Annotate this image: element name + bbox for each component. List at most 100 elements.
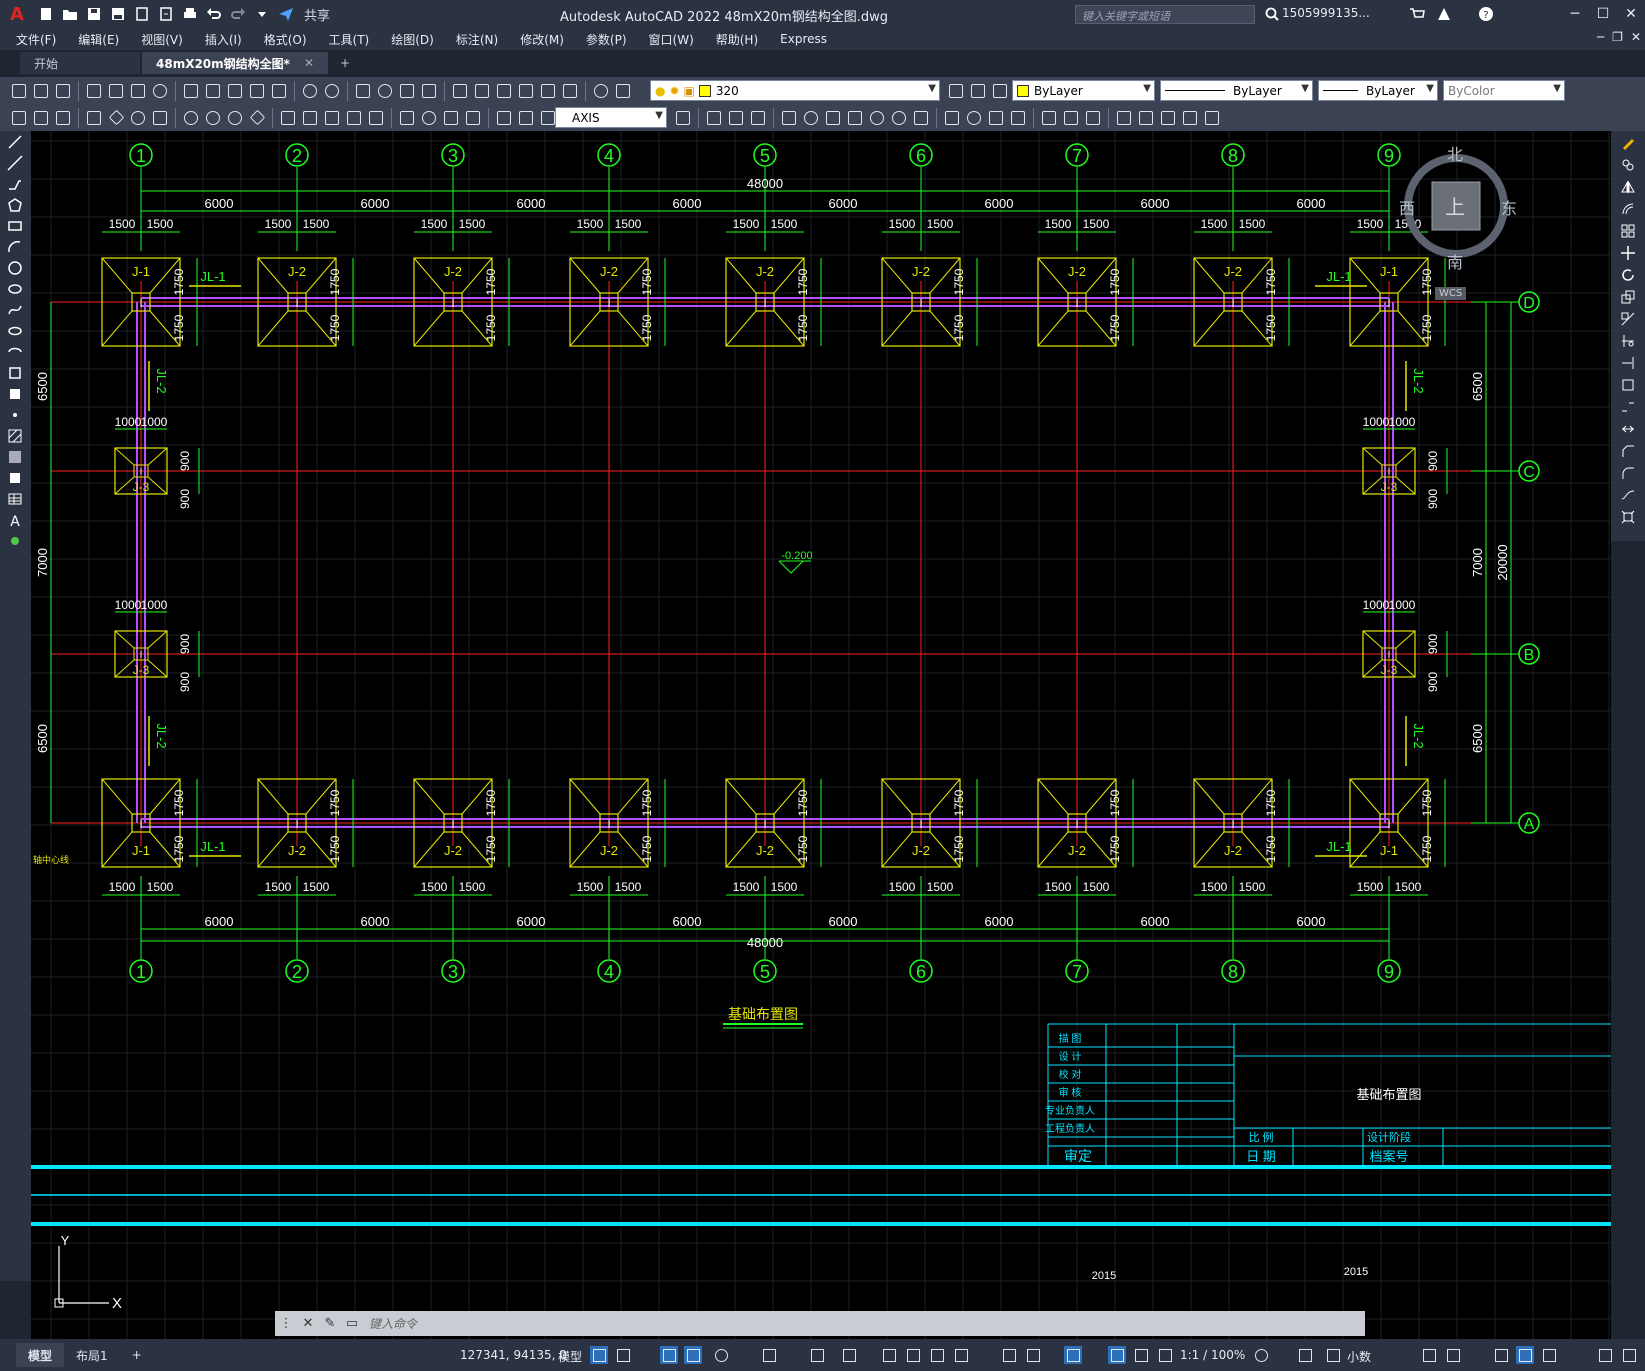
clean-icon[interactable] xyxy=(1158,108,1178,128)
shell-icon[interactable] xyxy=(1114,108,1134,128)
trim-icon[interactable] xyxy=(1617,331,1639,351)
markup-icon[interactable] xyxy=(538,81,558,101)
viewcube-east[interactable]: 东 xyxy=(1501,195,1517,219)
slice-icon[interactable] xyxy=(1039,108,1059,128)
break-icon[interactable] xyxy=(1617,397,1639,417)
arc-icon[interactable] xyxy=(4,237,26,257)
annotation-scale-value[interactable]: 1:1 / 100% xyxy=(1180,1348,1245,1362)
new-tab-button[interactable]: + xyxy=(330,52,360,74)
scale-icon[interactable] xyxy=(1617,287,1639,307)
menu-help[interactable]: 帮助(H) xyxy=(716,31,758,48)
color-dropdown[interactable]: ByLayer ▼ xyxy=(1012,80,1155,101)
customization-menu-icon[interactable] xyxy=(1620,1346,1638,1364)
viewcube[interactable]: 北 南 西 东 上 WCS xyxy=(1399,145,1521,300)
save-icon[interactable] xyxy=(84,4,104,24)
dim-ordinate-icon[interactable] xyxy=(150,108,170,128)
mirror-icon[interactable] xyxy=(1617,177,1639,197)
grid-icon[interactable] xyxy=(590,1346,608,1364)
viewcube-top-face[interactable]: 上 xyxy=(1445,191,1465,220)
redo-tb-icon[interactable] xyxy=(322,81,342,101)
design-center-icon[interactable] xyxy=(472,81,492,101)
imprint-icon[interactable] xyxy=(1202,108,1222,128)
zoom-window-icon[interactable] xyxy=(397,81,417,101)
layer-previous-icon[interactable] xyxy=(968,81,988,101)
calculator-icon[interactable] xyxy=(560,81,580,101)
erase-icon[interactable] xyxy=(1617,133,1639,153)
ucs-world-icon[interactable] xyxy=(31,108,51,128)
dim-break-icon[interactable] xyxy=(366,108,386,128)
construction-line-icon[interactable] xyxy=(4,153,26,173)
region-icon[interactable] xyxy=(4,468,26,488)
help-tb-icon[interactable] xyxy=(591,81,611,101)
layer-properties-icon[interactable] xyxy=(613,81,633,101)
doc-restore-button[interactable]: ❐ xyxy=(1612,30,1623,44)
polygon-icon[interactable] xyxy=(4,195,26,215)
chamfer-icon[interactable] xyxy=(1617,441,1639,461)
viewcube-north[interactable]: 北 xyxy=(1447,141,1463,165)
lineweight-dropdown[interactable]: ByLayer ▼ xyxy=(1318,80,1438,101)
3d-move-icon[interactable] xyxy=(942,108,962,128)
save-tb-icon[interactable] xyxy=(53,81,73,101)
offset-icon[interactable] xyxy=(1617,199,1639,219)
command-input[interactable]: 键入命令 xyxy=(369,1315,417,1332)
preview-icon[interactable] xyxy=(106,81,126,101)
line-icon[interactable] xyxy=(4,132,26,152)
menu-express[interactable]: Express xyxy=(780,32,827,46)
dim-continue-icon[interactable] xyxy=(322,108,342,128)
dim-edit-icon[interactable] xyxy=(494,108,514,128)
quick-properties-icon[interactable] xyxy=(1420,1346,1438,1364)
close-button[interactable]: ✕ xyxy=(1617,0,1645,28)
menu-tools[interactable]: 工具(T) xyxy=(329,31,370,48)
plot-tb-icon[interactable] xyxy=(84,81,104,101)
plotstyle-dropdown[interactable]: ByColor ▼ xyxy=(1443,80,1565,101)
3d-dwf-icon[interactable] xyxy=(150,81,170,101)
ortho-icon[interactable] xyxy=(684,1346,702,1364)
doc-close-button[interactable]: ✕ xyxy=(1631,30,1641,44)
dynamic-ucs-icon[interactable] xyxy=(1000,1346,1018,1364)
separate-icon[interactable] xyxy=(1136,108,1156,128)
make-current-icon[interactable] xyxy=(946,81,966,101)
dim-text-edit-icon[interactable] xyxy=(516,108,536,128)
doc-minimize-button[interactable]: ─ xyxy=(1597,30,1604,44)
minimize-button[interactable]: ─ xyxy=(1561,0,1589,28)
zoom-previous-icon[interactable] xyxy=(419,81,439,101)
rotate-icon[interactable] xyxy=(1617,265,1639,285)
auto-scale-icon[interactable] xyxy=(1132,1346,1150,1364)
linetype-dropdown[interactable]: ByLayer ▼ xyxy=(1160,80,1313,101)
open-file-icon[interactable] xyxy=(60,4,80,24)
union-icon[interactable] xyxy=(867,108,887,128)
viewcube-west[interactable]: 西 xyxy=(1399,195,1415,219)
plus-icon[interactable] xyxy=(1296,1346,1314,1364)
extend-icon[interactable] xyxy=(1617,353,1639,373)
dimstyle-icon[interactable] xyxy=(673,108,693,128)
sweep-icon[interactable] xyxy=(823,108,843,128)
3d-rotate-icon[interactable] xyxy=(964,108,984,128)
share-button[interactable]: 共享 xyxy=(304,5,330,24)
close-command-icon[interactable]: ✕ xyxy=(297,1313,319,1335)
layer-state-icon[interactable] xyxy=(990,81,1010,101)
tool-palettes-icon[interactable] xyxy=(494,81,514,101)
isolate-objects-icon[interactable] xyxy=(1492,1346,1510,1364)
dim-angular-icon[interactable] xyxy=(247,108,267,128)
center-mark-icon[interactable] xyxy=(419,108,439,128)
lineweight-icon[interactable] xyxy=(880,1346,898,1364)
undo-icon[interactable] xyxy=(204,4,224,24)
menu-window[interactable]: 窗口(W) xyxy=(649,31,694,48)
pan-icon[interactable] xyxy=(353,81,373,101)
menu-parametric[interactable]: 参数(P) xyxy=(586,31,627,48)
move-icon[interactable] xyxy=(1617,243,1639,263)
dim-space-icon[interactable] xyxy=(344,108,364,128)
properties-icon[interactable] xyxy=(450,81,470,101)
ellipse-icon[interactable] xyxy=(4,321,26,341)
plot-icon[interactable] xyxy=(180,4,200,24)
open-icon[interactable] xyxy=(31,81,51,101)
dim-jogged-icon[interactable] xyxy=(203,108,223,128)
dim-baseline-icon[interactable] xyxy=(300,108,320,128)
cart-icon[interactable] xyxy=(1407,4,1427,24)
zoom-realtime-icon[interactable] xyxy=(375,81,395,101)
gradient-icon[interactable] xyxy=(4,447,26,467)
fillet-icon[interactable] xyxy=(1617,463,1639,483)
clean-screen-icon[interactable] xyxy=(1540,1346,1558,1364)
match-properties-icon[interactable] xyxy=(247,81,267,101)
model-space-button[interactable]: 模型 xyxy=(558,1348,582,1365)
